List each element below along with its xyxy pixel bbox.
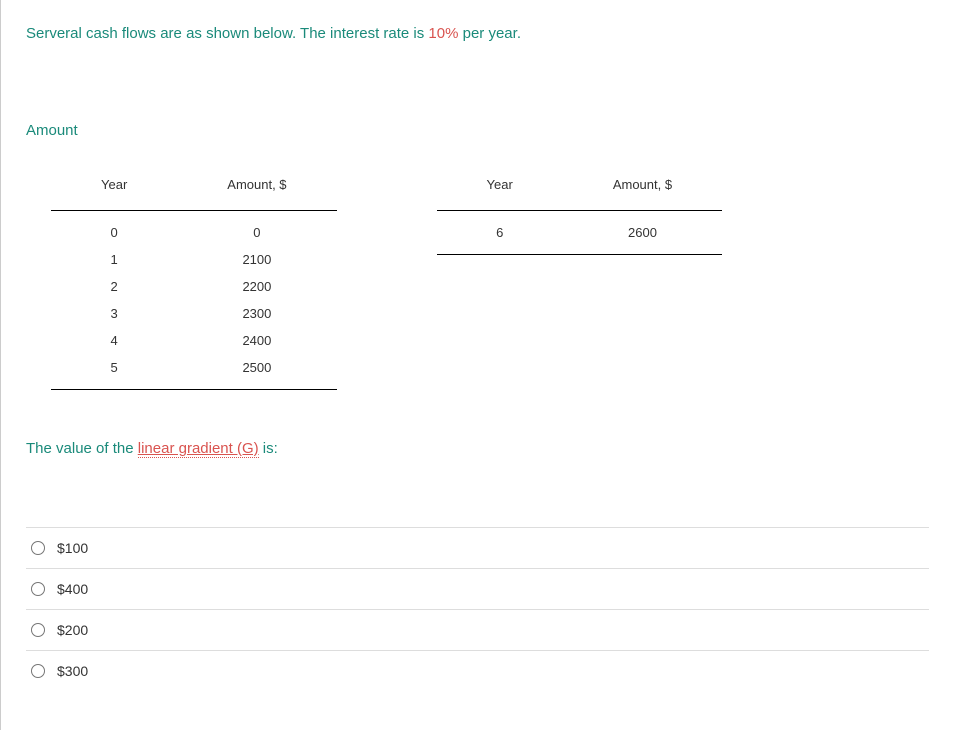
table-row: 0 0 (51, 211, 337, 247)
table-cell-year: 1 (51, 246, 177, 273)
table-cell-year: 3 (51, 300, 177, 327)
answer-label: $100 (57, 540, 88, 556)
table-header-year: Year (437, 169, 563, 211)
answer-option[interactable]: $400 (26, 569, 929, 610)
table-row: 6 2600 (437, 211, 723, 255)
table-row-spacer (437, 255, 723, 283)
table-row: 4 2400 (51, 327, 337, 354)
table-row: 1 2100 (51, 246, 337, 273)
linear-gradient-link[interactable]: linear gradient (G) (138, 440, 259, 458)
table-cell-amount: 2300 (177, 300, 336, 327)
answer-label: $400 (57, 581, 88, 597)
table-cell-amount: 0 (177, 211, 336, 247)
answer-option[interactable]: $300 (26, 651, 929, 691)
section-label: Amount (26, 122, 929, 139)
cashflow-table-right: Year Amount, $ 6 2600 (437, 169, 723, 390)
table-row-spacer (437, 309, 723, 336)
answer-radio[interactable] (31, 582, 45, 596)
question-prefix: The value of the (26, 440, 138, 457)
table-row: 2 2200 (51, 273, 337, 300)
intro-rate: 10% (428, 25, 458, 42)
table-cell-amount: 2200 (177, 273, 336, 300)
intro-suffix: per year. (458, 25, 521, 42)
table-header-amount: Amount, $ (177, 169, 336, 211)
table-cell-amount: 2500 (177, 354, 336, 390)
answer-label: $200 (57, 622, 88, 638)
answer-option[interactable]: $100 (26, 528, 929, 569)
table-row: 3 2300 (51, 300, 337, 327)
tables-wrapper: Year Amount, $ 0 0 1 2100 2 2200 3 2300 (51, 169, 929, 390)
table-row: 5 2500 (51, 354, 337, 390)
table-cell-year: 5 (51, 354, 177, 390)
table-row-spacer (437, 363, 723, 390)
answer-options: $100 $400 $200 $300 (26, 527, 929, 691)
table-cell-year: 4 (51, 327, 177, 354)
intro-prefix: Serveral cash flows are as shown below. … (26, 25, 428, 42)
table-cell-amount: 2400 (177, 327, 336, 354)
question-suffix: is: (259, 440, 278, 457)
answer-label: $300 (57, 663, 88, 679)
table-header-year: Year (51, 169, 177, 211)
answer-radio[interactable] (31, 541, 45, 555)
table-cell-year: 6 (437, 211, 563, 255)
answer-option[interactable]: $200 (26, 610, 929, 651)
answer-radio[interactable] (31, 623, 45, 637)
table-cell-amount: 2600 (563, 211, 722, 255)
answer-radio[interactable] (31, 664, 45, 678)
question-intro: Serveral cash flows are as shown below. … (26, 25, 929, 42)
table-row-spacer (437, 336, 723, 363)
table-cell-year: 0 (51, 211, 177, 247)
cashflow-table-left: Year Amount, $ 0 0 1 2100 2 2200 3 2300 (51, 169, 337, 390)
table-row-spacer (437, 282, 723, 309)
table-cell-year: 2 (51, 273, 177, 300)
question-text: The value of the linear gradient (G) is: (26, 440, 929, 457)
table-cell-amount: 2100 (177, 246, 336, 273)
table-header-amount: Amount, $ (563, 169, 722, 211)
